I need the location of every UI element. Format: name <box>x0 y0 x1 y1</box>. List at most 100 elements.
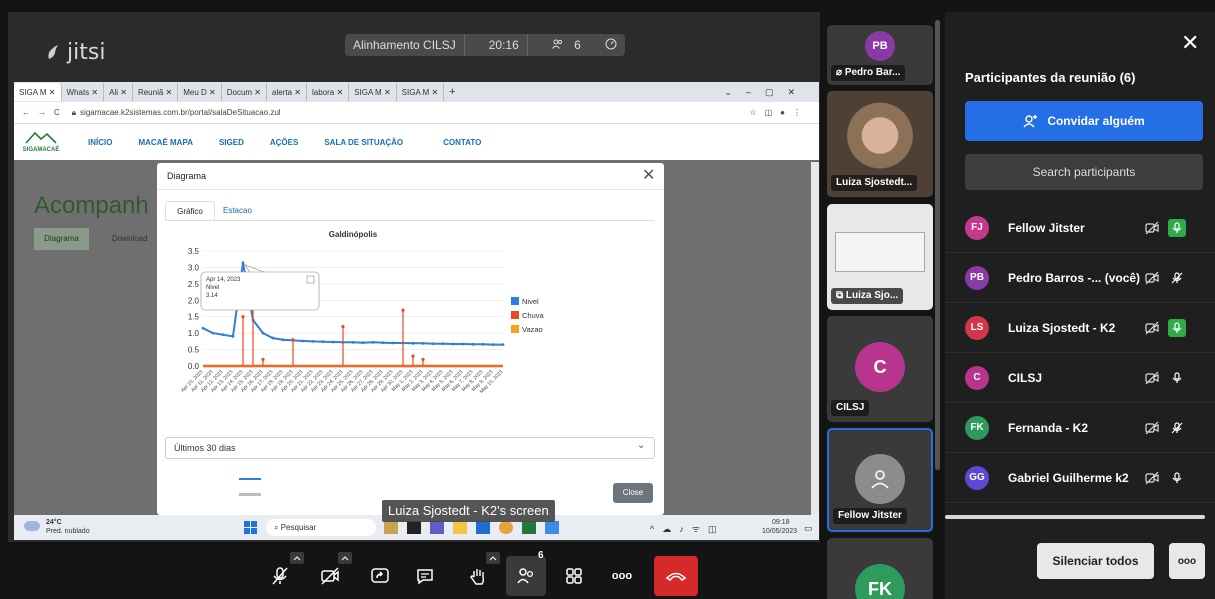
close-icon[interactable]: ✕ <box>1181 30 1199 56</box>
data-point-chuva[interactable] <box>421 357 425 362</box>
search-participants-input[interactable]: Search participants <box>965 154 1203 190</box>
mic-button[interactable] <box>260 552 304 596</box>
data-point-nivel[interactable] <box>451 342 455 346</box>
page-scrollbar[interactable] <box>811 162 819 517</box>
participant-row[interactable]: GG Gabriel Guilherme k2 <box>945 453 1215 503</box>
participant-row[interactable]: FJ Fellow Jitster <box>945 203 1215 253</box>
data-point-nivel[interactable] <box>201 326 205 330</box>
legend-label-vazao[interactable]: Vazao <box>522 325 543 334</box>
window-controls[interactable]: ⌄–▢✕ <box>724 87 809 98</box>
data-point-chuva[interactable] <box>341 324 345 329</box>
data-point-nivel[interactable] <box>301 339 305 343</box>
browser-tab[interactable]: Ali ✕ <box>104 83 133 101</box>
filmstrip-tile-luiza-camera[interactable]: Luiza Sjostedt... <box>827 91 933 197</box>
data-point-nivel[interactable] <box>441 342 445 346</box>
notification-icon[interactable]: ▭ <box>804 523 813 534</box>
tile-view-button[interactable] <box>554 556 594 596</box>
legend-label-chuva[interactable]: Chuva <box>522 311 545 320</box>
participant-row[interactable]: FK Fernanda - K2 <box>945 403 1215 453</box>
chart[interactable]: Galdinópolis 0.0 0.5 1.0 1.5 2.0 2.5 3.0 3.5 Apr … <box>167 225 617 415</box>
page-tab-download[interactable]: Download <box>112 228 160 250</box>
screen-share-button[interactable] <box>360 556 400 596</box>
chat-button[interactable] <box>405 556 445 596</box>
chevron-down-icon[interactable]: ⌄ <box>637 440 645 451</box>
performance-icon[interactable] <box>597 38 625 53</box>
data-point-nivel[interactable] <box>351 340 355 344</box>
data-point-nivel[interactable] <box>331 340 335 344</box>
new-tab-button[interactable]: + <box>444 83 460 101</box>
url-field[interactable]: sigamacae.k2sistemas.com.br/portal/salaD… <box>80 108 281 117</box>
data-point-nivel[interactable] <box>381 341 385 345</box>
browser-actions[interactable]: ☆◫●⋮ <box>749 108 809 117</box>
browser-tab[interactable]: alerta ✕ <box>267 83 307 101</box>
data-point-nivel[interactable] <box>231 335 235 338</box>
system-tray-icons[interactable]: ^☁♪ᯤ◫ <box>650 522 724 535</box>
reactions-caret[interactable] <box>486 552 500 564</box>
camera-options-caret[interactable] <box>338 552 352 564</box>
data-point-nivel[interactable] <box>391 341 395 345</box>
panel-scrollbar[interactable] <box>935 20 940 470</box>
forward-icon[interactable]: → <box>38 108 46 117</box>
data-point-chuva[interactable] <box>401 308 405 312</box>
data-point-chuva[interactable] <box>241 315 245 319</box>
data-point-nivel[interactable] <box>211 331 215 335</box>
tab-grafico[interactable]: Gráfico <box>165 201 215 221</box>
data-point-nivel[interactable] <box>261 331 265 335</box>
browser-tab[interactable]: SIGA M ✕ <box>397 83 445 101</box>
mic-options-caret[interactable] <box>290 552 304 564</box>
browser-tab[interactable]: labora ✕ <box>307 83 350 101</box>
hangup-button[interactable] <box>654 556 698 596</box>
reload-icon[interactable]: C <box>54 108 60 117</box>
participants-button[interactable]: 6 <box>506 550 546 596</box>
browser-tab[interactable]: Docum ✕ <box>222 83 268 101</box>
filmstrip-tile-fellow[interactable]: Fellow Jitster <box>827 428 933 532</box>
filmstrip-tile-luiza-screen[interactable]: ⧉ Luiza Sjo... <box>827 204 933 310</box>
nav-sala-de-situacao[interactable]: SALA DE SITUAÇÃO <box>324 138 403 147</box>
modal-close-icon[interactable]: ✕ <box>642 165 655 185</box>
participant-row[interactable]: LS Luiza Sjostedt - K2 <box>945 303 1215 353</box>
browser-tab[interactable]: Meu D ✕ <box>178 83 222 101</box>
period-select[interactable]: Últimos 30 dias <box>165 437 655 459</box>
data-point-nivel[interactable] <box>371 340 375 344</box>
data-point-nivel[interactable] <box>221 333 225 337</box>
site-logo[interactable]: SIGAMACAÉ <box>20 130 62 154</box>
nav-contato[interactable]: CONTATO <box>443 138 481 147</box>
data-point-chuva[interactable] <box>261 357 265 362</box>
data-point-nivel[interactable] <box>281 338 285 342</box>
raise-hand-button[interactable] <box>458 552 500 596</box>
data-point-nivel[interactable] <box>471 342 475 346</box>
filmstrip-tile-cilsj[interactable]: C CILSJ <box>827 316 933 422</box>
filmstrip-tile-fk[interactable]: FK <box>827 538 933 599</box>
data-point-nivel[interactable] <box>361 341 365 345</box>
browser-tab[interactable]: Reuniã ✕ <box>133 83 179 101</box>
filmstrip-tile-pedro[interactable]: PB ⌀ Pedro Bar... <box>827 25 933 85</box>
data-point-nivel[interactable] <box>311 339 315 343</box>
data-point-nivel[interactable] <box>461 342 465 346</box>
legend-label-nivel[interactable]: Nivel <box>522 297 539 306</box>
nav-acoes[interactable]: AÇÕES <box>270 138 298 147</box>
data-point-nivel[interactable] <box>321 340 325 344</box>
browser-tab[interactable]: SIGA M ✕ <box>14 83 62 101</box>
data-point-nivel[interactable] <box>491 343 495 347</box>
data-point-nivel[interactable] <box>501 343 505 347</box>
more-actions-button[interactable]: ooo <box>602 556 642 596</box>
participant-row[interactable]: C CILSJ <box>945 353 1215 403</box>
data-point-nivel[interactable] <box>241 261 245 265</box>
windows-start-icon[interactable] <box>244 521 257 534</box>
data-point-nivel[interactable] <box>481 342 485 346</box>
nav-siged[interactable]: SIGED <box>219 138 244 147</box>
back-icon[interactable]: ← <box>22 108 30 117</box>
invite-button[interactable]: Convidar alguém <box>965 101 1203 141</box>
data-point-nivel[interactable] <box>411 341 415 345</box>
page-tab-diagrama[interactable]: Diagrama <box>34 228 89 250</box>
taskbar-search[interactable]: ⌕ Pesquisar <box>266 519 376 536</box>
data-point-chuva[interactable] <box>411 354 415 358</box>
data-point-nivel[interactable] <box>421 341 425 345</box>
nav-inicio[interactable]: INÍCIO <box>88 138 112 147</box>
browser-tab[interactable]: Whats ✕ <box>62 83 105 101</box>
panel-more-button[interactable]: ooo <box>1169 543 1205 579</box>
close-button[interactable]: Close <box>613 483 653 503</box>
data-point-nivel[interactable] <box>431 342 435 346</box>
mute-all-button[interactable]: Silenciar todos <box>1037 543 1154 579</box>
participant-row[interactable]: PB Pedro Barros -... (você) <box>945 253 1215 303</box>
